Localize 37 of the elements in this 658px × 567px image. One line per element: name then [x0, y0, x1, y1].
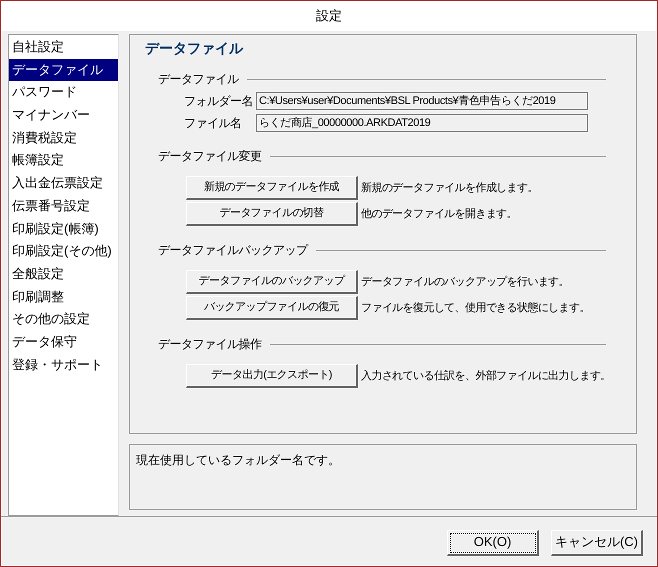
sidebar-item[interactable]: 伝票番号設定 [9, 194, 118, 218]
text-field[interactable]: C:¥Users¥user¥Documents¥BSL Products¥青色申告らくだ2019 [256, 92, 588, 110]
action-button[interactable]: 新規のデータファイルを作成 [186, 176, 358, 200]
action-description: 新規のデータファイルを作成します。 [361, 180, 538, 196]
action-description: ファイルを復元して、使用できる状態にします。 [361, 300, 590, 316]
sidebar-item[interactable]: データ保守 [9, 330, 118, 354]
help-box: 現在使用しているフォルダー名です。 [129, 444, 637, 510]
sidebar-item[interactable]: 自社設定 [9, 36, 118, 59]
action-description: 他のデータファイルを開きます。 [361, 206, 518, 222]
field-label: ファイル名 [184, 115, 242, 132]
section-title: データファイルバックアップ [158, 242, 308, 259]
action-button[interactable]: データ出力(エクスポート) [186, 364, 358, 388]
sidebar-item[interactable]: パスワード [9, 81, 118, 104]
sidebar-item[interactable]: マイナンバー [9, 104, 118, 127]
action-description: 入力されている仕訳を、外部ファイルに出力します。 [361, 368, 611, 384]
action-button[interactable]: データファイルの切替 [186, 202, 358, 226]
sidebar-item[interactable]: 消費税設定 [9, 126, 118, 150]
text-field[interactable]: らくだ商店_00000000.ARKDAT2019 [256, 114, 588, 132]
action-button[interactable]: バックアップファイルの復元 [186, 296, 358, 320]
dialog-button[interactable]: OK(O) [447, 530, 539, 556]
sidebar-item[interactable]: 入出金伝票設定 [9, 172, 118, 195]
sidebar-item[interactable]: 印刷設定(その他) [9, 240, 118, 263]
section-title: データファイル変更 [158, 148, 262, 165]
sidebar-item[interactable]: 印刷調整 [9, 286, 118, 308]
sidebar-item[interactable]: 全般設定 [9, 262, 118, 286]
sidebar-item[interactable]: データファイル [9, 58, 118, 82]
action-description: データファイルのバックアップを行います。 [361, 274, 570, 290]
sidebar-item[interactable]: 印刷設定(帳簿) [9, 218, 118, 240]
sidebar-item[interactable]: 帳簿設定 [9, 149, 118, 172]
section-title: データファイル [158, 71, 238, 88]
dialog-button[interactable]: キャンセル(C) [551, 530, 643, 556]
sidebar-item[interactable]: その他の設定 [9, 308, 118, 331]
section-title: データファイル操作 [158, 336, 262, 353]
sidebar-item[interactable]: 登録・サポート [9, 354, 118, 376]
window-title: 設定 [316, 7, 342, 26]
action-button[interactable]: データファイルのバックアップ [186, 270, 358, 294]
field-label: フォルダー名 [184, 93, 254, 110]
